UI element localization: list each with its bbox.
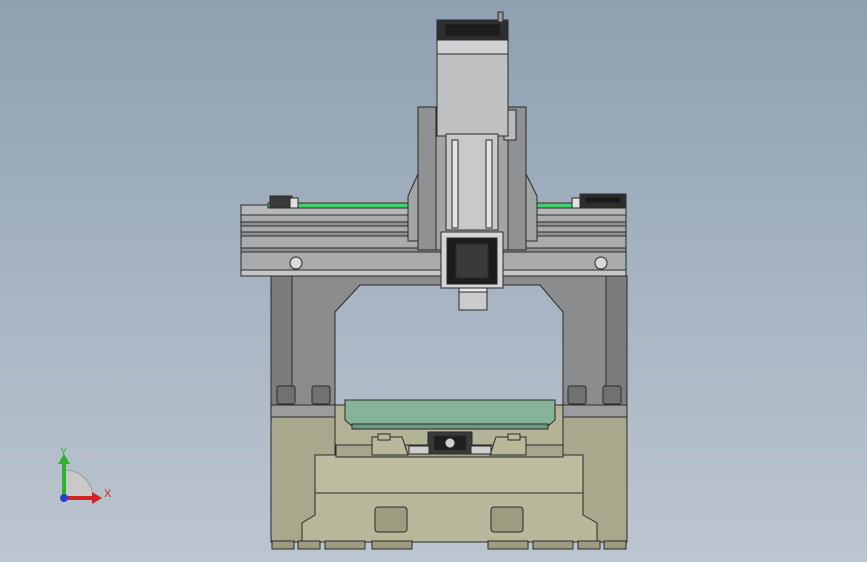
x-axis-arrowhead: [92, 492, 102, 504]
triad-plane-arc: [64, 469, 94, 499]
y-axis-label: Y: [60, 446, 68, 458]
coordinate-triad: Y X: [58, 446, 112, 504]
x-axis-label: X: [104, 488, 112, 500]
z-axis-dot: [60, 494, 68, 502]
cad-viewport[interactable]: Y X: [0, 0, 867, 562]
